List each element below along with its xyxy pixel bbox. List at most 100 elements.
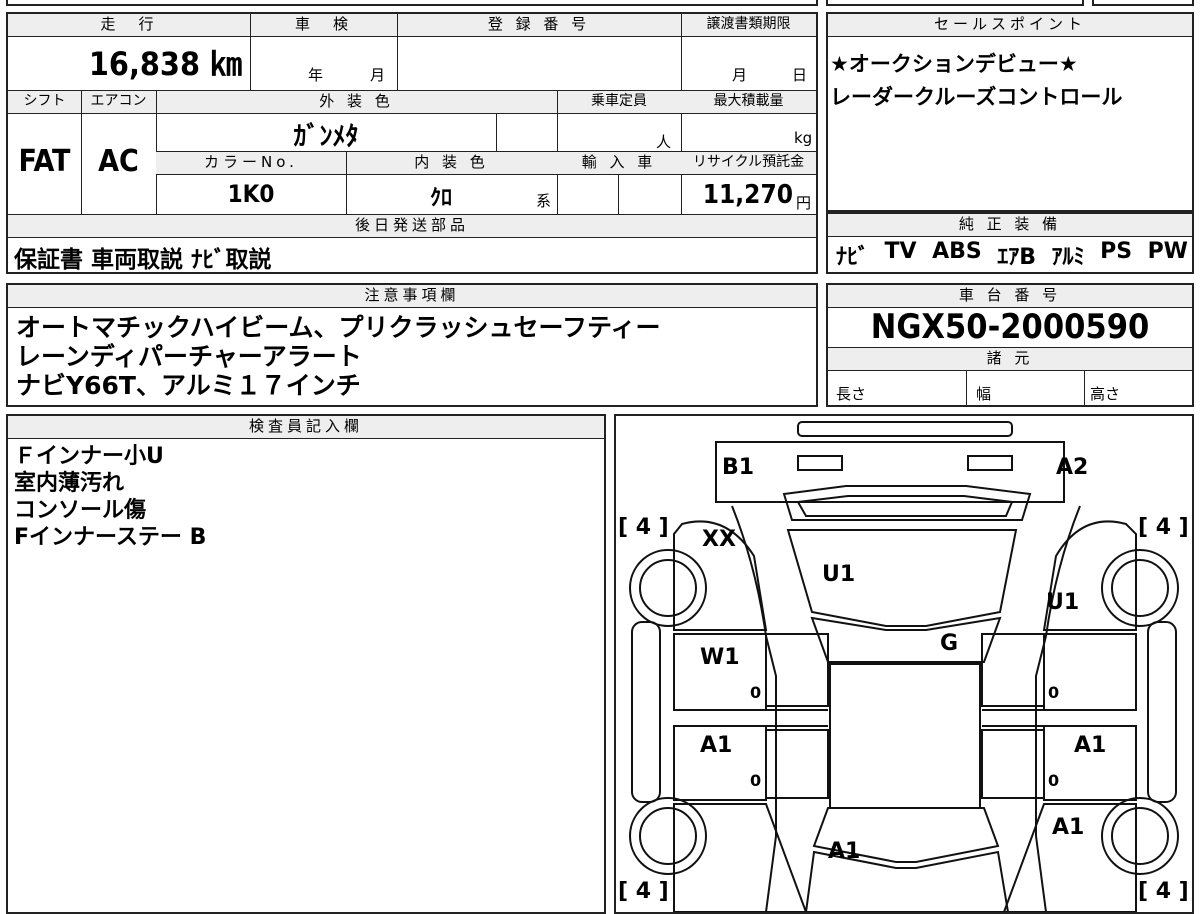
panel-zero: 0 xyxy=(1048,683,1059,702)
inspector-line: Fインナーステー B xyxy=(14,525,207,550)
left-headlamp xyxy=(797,455,843,471)
shaken-month: 月 xyxy=(370,66,386,84)
width-label: 幅 xyxy=(976,385,992,403)
capacity-unit: 人 xyxy=(656,133,672,151)
shaken-header: 車 検 xyxy=(250,14,397,36)
shift-header: シフト xyxy=(8,91,81,113)
tyre-depth-fr: [ 4 ] xyxy=(1138,515,1189,540)
mileage-value: 16,838 ㎞ xyxy=(88,45,242,83)
recycle-deposit-header: リサイクル預託金 xyxy=(681,152,816,174)
inspector-header: 検査員記入欄 xyxy=(8,416,604,438)
top-strip xyxy=(6,0,818,6)
color-no-header: カラーNo. xyxy=(156,152,346,174)
damage-mark: W1 xyxy=(700,645,740,670)
equipment-item: ｴｱB xyxy=(997,245,1037,270)
height-label: 高さ xyxy=(1090,385,1121,403)
grille-inner xyxy=(796,495,1014,517)
damage-mark: A1 xyxy=(1052,815,1084,840)
equipment-item: ｱﾙﾐ xyxy=(1051,245,1085,270)
notes-line: レーンディパーチャーアラート xyxy=(16,342,362,371)
equipment-list: ﾅﾋﾞ TV ABS ｴｱB ｱﾙﾐ PS PW xyxy=(836,239,1188,271)
color-no-value: 1K0 xyxy=(227,180,275,208)
damage-mark: U1 xyxy=(822,562,855,587)
inspector-line: Ｆインナー小U xyxy=(14,444,164,469)
equipment-header: 純 正 装 備 xyxy=(828,214,1192,236)
interior-color-value: ｸﾛ xyxy=(429,186,452,211)
sales-point-header: セールスポイント xyxy=(828,14,1192,36)
roof xyxy=(829,663,981,809)
tyre-depth-fl: [ 4 ] xyxy=(618,515,669,540)
sales-point-line: ★オークションデビュー★ xyxy=(830,52,1078,76)
equipment-item: PW xyxy=(1147,239,1188,264)
transfer-deadline-header: 譲渡書類期限 xyxy=(681,14,816,36)
car-diagram-box: [ 4 ] [ 4 ] [ 4 ] [ 4 ] B1 A2 XX U1 U1 G… xyxy=(614,414,1194,914)
equipment-item: PS xyxy=(1100,239,1133,264)
damage-mark: G xyxy=(940,631,958,656)
dimensions-header: 諸 元 xyxy=(828,348,1192,370)
right-rear-door-window xyxy=(981,729,1045,799)
shift-value: FAT xyxy=(18,144,71,179)
ac-value: AC xyxy=(98,144,139,179)
import-header: 輸 入 車 xyxy=(557,152,681,174)
chassis-box: 車 台 番 号 NGX50-2000590 諸 元 長さ 幅 高さ xyxy=(826,283,1194,407)
chassis-header: 車 台 番 号 xyxy=(828,285,1192,307)
damage-mark: A1 xyxy=(700,733,732,758)
wheel-fl xyxy=(629,549,707,627)
damage-mark: XX xyxy=(702,527,736,552)
length-label: 長さ xyxy=(836,385,867,403)
inspector-line: 室内薄汚れ xyxy=(14,471,125,496)
left-rear-quarter xyxy=(673,803,808,912)
recycle-deposit-value: 11,270 xyxy=(702,180,793,210)
equipment-item: ﾅﾋﾞ xyxy=(836,245,870,270)
panel-zero: 0 xyxy=(750,683,761,702)
shaken-year: 年 xyxy=(308,66,324,84)
tyre-depth-rr: [ 4 ] xyxy=(1138,879,1189,904)
equipment-item: TV xyxy=(884,239,917,264)
recycle-deposit-unit: 円 xyxy=(796,194,812,212)
transfer-day: 日 xyxy=(792,66,808,84)
mileage-header: 走 行 xyxy=(8,14,250,36)
car-diagram: [ 4 ] [ 4 ] [ 4 ] [ 4 ] B1 A2 XX U1 U1 G… xyxy=(618,421,1189,912)
notes-header: 注意事項欄 xyxy=(8,285,816,307)
interior-color-suffix: 系 xyxy=(536,192,552,210)
capacity-header: 乗車定員 xyxy=(557,91,681,113)
equipment-item: ABS xyxy=(932,239,982,264)
inspector-box: 検査員記入欄 Ｆインナー小U 室内薄汚れ コンソール傷 Fインナーステー B xyxy=(6,414,606,914)
equipment-box: 純 正 装 備 ﾅﾋﾞ TV ABS ｴｱB ｱﾙﾐ PS PW xyxy=(826,212,1194,274)
damage-mark: A1 xyxy=(1074,733,1106,758)
wheel-rr xyxy=(1101,797,1179,875)
notes-box: 注意事項欄 オートマチックハイビーム、プリクラッシュセーフティー レーンディパー… xyxy=(6,283,818,407)
notes-line: ナビY66T、アルミ１７インチ xyxy=(16,371,361,400)
inspector-line: コンソール傷 xyxy=(14,498,147,523)
ac-header: エアコン xyxy=(81,91,156,113)
notes-line: オートマチックハイビーム、プリクラッシュセーフティー xyxy=(16,313,661,342)
registration-header: 登 録 番 号 xyxy=(397,14,681,36)
damage-mark: B1 xyxy=(722,455,754,480)
later-parts-header: 後日発送部品 xyxy=(8,215,816,237)
max-load-header: 最大積載量 xyxy=(681,91,816,113)
panel-zero: 0 xyxy=(1048,771,1059,790)
damage-mark: U1 xyxy=(1046,590,1079,615)
left-outer-strip xyxy=(631,621,661,803)
interior-color-header: 内 装 色 xyxy=(346,152,557,174)
wheel-rl xyxy=(629,797,707,875)
damage-mark: A1 xyxy=(828,839,860,864)
exterior-color-header: 外 装 色 xyxy=(156,91,557,113)
top-strip-right xyxy=(826,0,1084,6)
chassis-number: NGX50-2000590 xyxy=(870,307,1150,347)
max-load-unit: kg xyxy=(794,129,813,147)
wheel-fr xyxy=(1101,549,1179,627)
sales-point-box: セールスポイント ★オークションデビュー★ レーダークルーズコントロール xyxy=(826,12,1194,212)
damage-mark: A2 xyxy=(1056,455,1088,480)
later-parts-value: 保証書 車両取説 ﾅﾋﾞ取説 xyxy=(14,247,272,273)
tyre-depth-rl: [ 4 ] xyxy=(618,879,669,904)
front-bumper xyxy=(797,421,1013,437)
top-strip-far-right xyxy=(1092,0,1194,6)
right-headlamp xyxy=(967,455,1013,471)
panel-zero: 0 xyxy=(750,771,761,790)
spec-table: 走 行 車 検 登 録 番 号 譲渡書類期限 16,838 ㎞ 年 月 月 日 … xyxy=(6,12,818,274)
right-outer-strip xyxy=(1147,621,1177,803)
transfer-month: 月 xyxy=(732,66,748,84)
exterior-color-value: ｶﾞﾝﾒﾀ xyxy=(293,122,359,152)
front-panel xyxy=(715,441,1065,503)
